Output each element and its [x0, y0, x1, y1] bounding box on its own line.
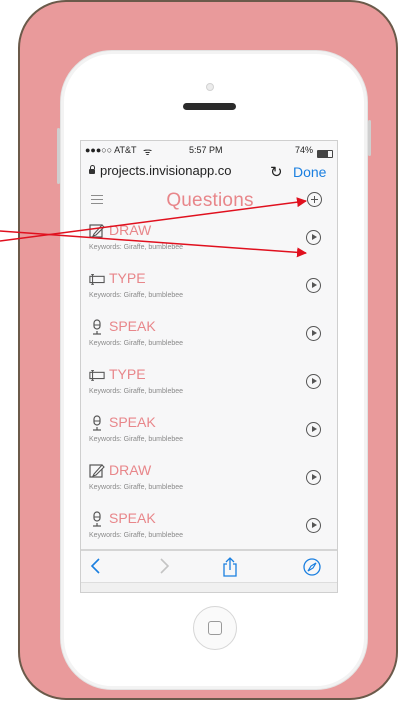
url-field[interactable]: projects.invisionapp.co: [89, 163, 265, 185]
clock-label: 5:57 PM: [189, 145, 223, 155]
forward-icon[interactable]: [157, 557, 171, 575]
question-type-label: DRAW: [109, 462, 152, 478]
question-type-label: TYPE: [109, 270, 146, 286]
play-icon[interactable]: [306, 374, 321, 389]
question-type-label: SPEAK: [109, 510, 156, 526]
battery-percent: 74%: [295, 145, 314, 155]
back-icon[interactable]: [89, 557, 103, 575]
play-icon[interactable]: [306, 278, 321, 293]
volume-buttons: [57, 128, 60, 184]
microphone-icon: [93, 415, 101, 431]
list-item[interactable]: DRAW Keywords: Giraffe, bumblebee: [81, 453, 337, 502]
play-icon[interactable]: [306, 326, 321, 341]
add-question-button[interactable]: [307, 192, 322, 207]
list-item[interactable]: SPEAK Keywords: Giraffe, bumblebee: [81, 501, 337, 550]
list-item[interactable]: TYPE Keywords: Giraffe, bumblebee: [81, 357, 337, 406]
browser-bottom-edge: [81, 582, 337, 592]
keywords-label: Keywords: Giraffe, bumblebee: [89, 340, 184, 347]
status-bar: ●●●○○ AT&T ᯤ 5:57 PM 74%: [81, 141, 337, 161]
list-item[interactable]: SPEAK Keywords: Giraffe, bumblebee: [81, 309, 337, 358]
app-header: Questions: [81, 189, 337, 214]
home-square-icon: [208, 621, 222, 635]
keywords-label: Keywords: Giraffe, bumblebee: [89, 388, 184, 395]
keywords-label: Keywords: Giraffe, bumblebee: [89, 484, 184, 491]
draw-icon: [89, 224, 105, 238]
keyboard-icon: [89, 274, 105, 285]
done-button[interactable]: Done: [293, 164, 326, 180]
power-button: [368, 120, 371, 156]
question-type-label: SPEAK: [109, 414, 156, 430]
question-type-label: SPEAK: [109, 318, 156, 334]
reload-icon[interactable]: ↻: [270, 163, 283, 181]
list-item[interactable]: DRAW Keywords: Giraffe, bumblebee: [81, 213, 337, 262]
hamburger-menu-icon[interactable]: [91, 195, 103, 205]
wifi-icon: ᯤ: [143, 147, 153, 158]
question-type-label: TYPE: [109, 366, 146, 382]
draw-icon: [89, 464, 105, 478]
play-icon[interactable]: [306, 422, 321, 437]
play-icon[interactable]: [306, 518, 321, 533]
list-item[interactable]: TYPE Keywords: Giraffe, bumblebee: [81, 261, 337, 310]
play-icon[interactable]: [306, 230, 321, 245]
keywords-label: Keywords: Giraffe, bumblebee: [89, 532, 184, 539]
keywords-label: Keywords: Giraffe, bumblebee: [89, 436, 184, 443]
carrier-label: ●●●○○ AT&T: [85, 145, 137, 155]
home-button[interactable]: [193, 606, 237, 650]
front-camera: [206, 83, 214, 91]
phone-screen: ●●●○○ AT&T ᯤ 5:57 PM 74% projects.invisi…: [80, 140, 338, 593]
compass-icon[interactable]: [302, 557, 322, 577]
microphone-icon: [93, 319, 101, 335]
earpiece-speaker: [183, 103, 236, 110]
page-title: Questions: [166, 190, 254, 211]
lock-icon: [89, 165, 95, 174]
question-type-label: DRAW: [109, 222, 152, 238]
keywords-label: Keywords: Giraffe, bumblebee: [89, 244, 184, 251]
keyboard-icon: [89, 370, 105, 381]
url-text: projects.invisionapp.co: [100, 163, 232, 178]
keywords-label: Keywords: Giraffe, bumblebee: [89, 292, 184, 299]
browser-toolbar: [81, 550, 337, 583]
list-item[interactable]: SPEAK Keywords: Giraffe, bumblebee: [81, 405, 337, 454]
share-icon[interactable]: [221, 557, 239, 577]
play-icon[interactable]: [306, 470, 321, 485]
microphone-icon: [93, 511, 101, 527]
